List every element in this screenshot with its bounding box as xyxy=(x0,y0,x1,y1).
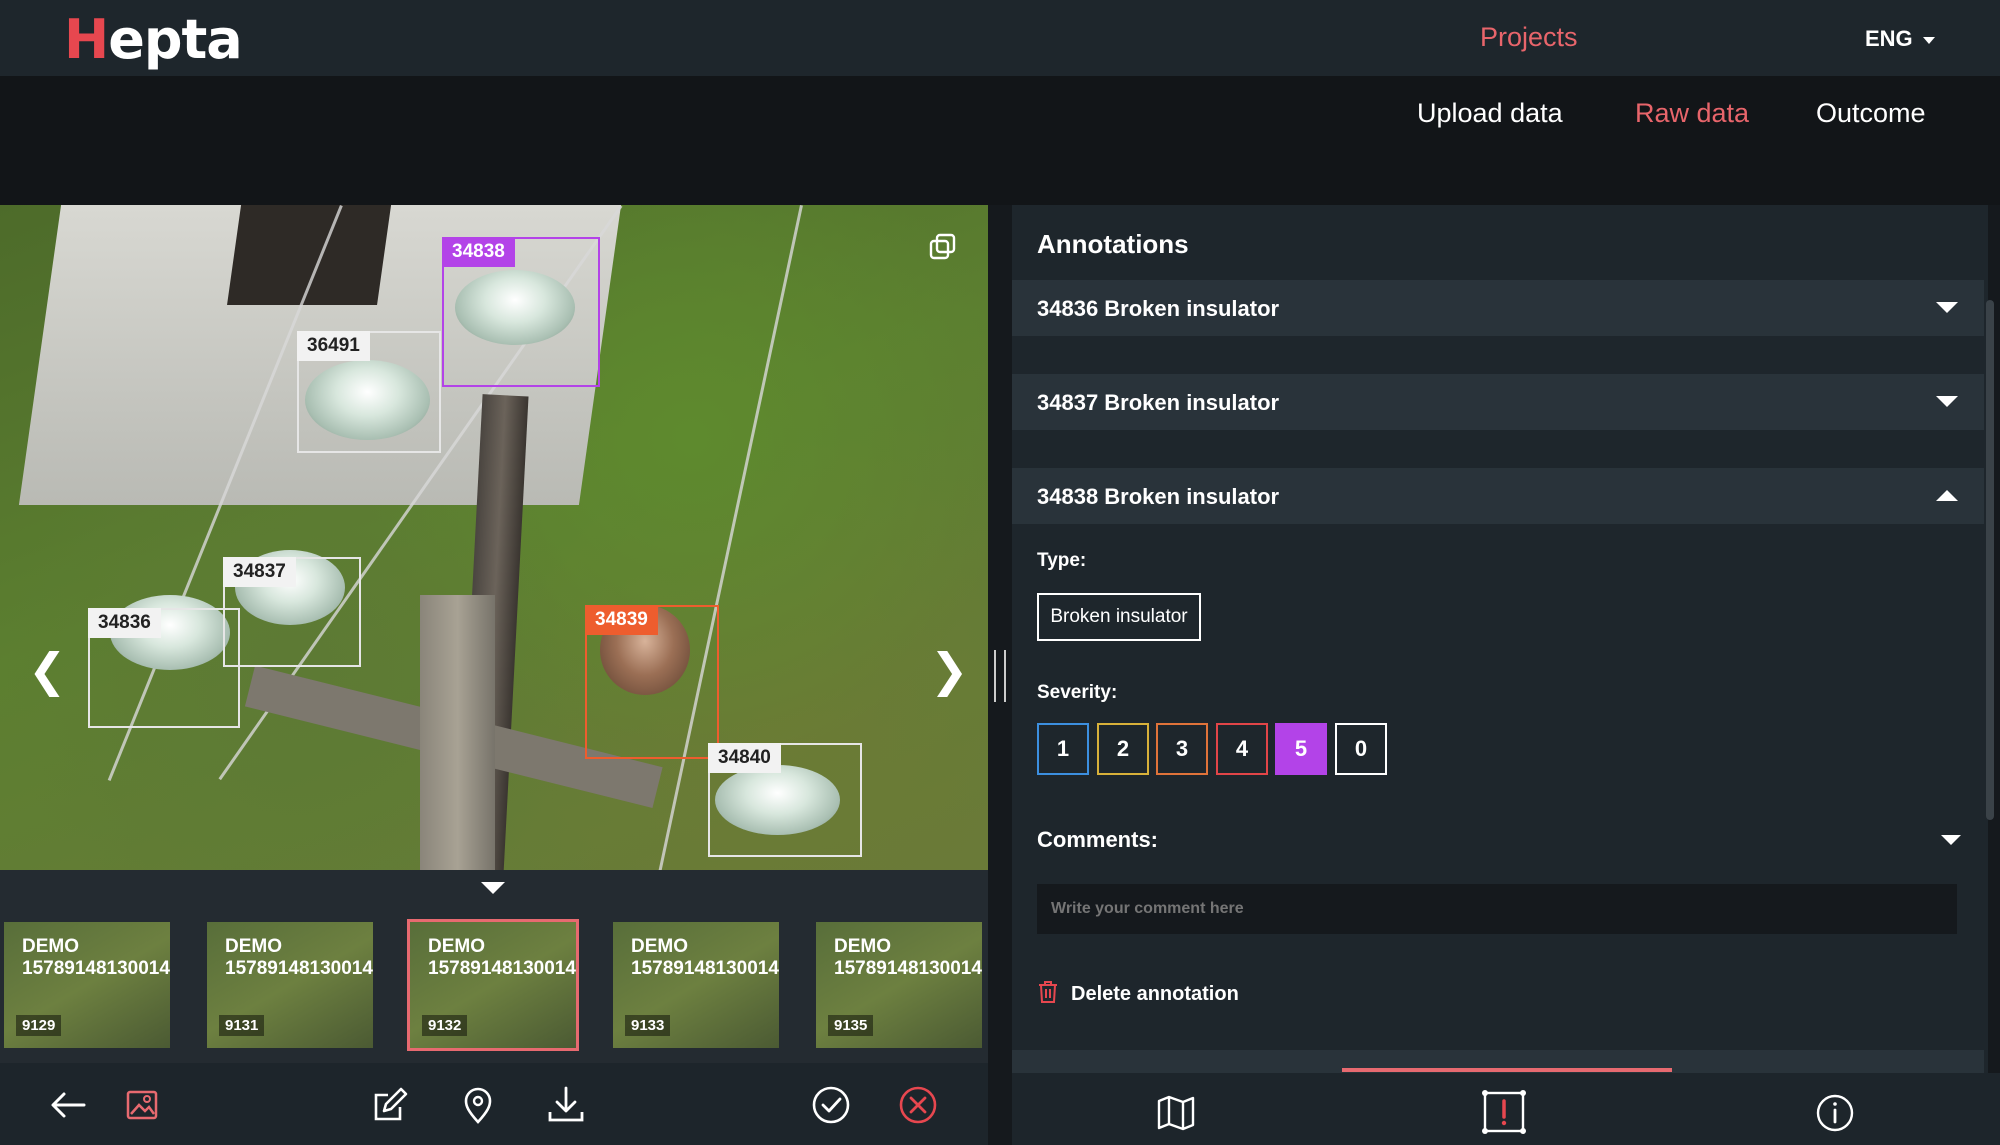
chevron-down-icon xyxy=(1922,36,1935,44)
annotation-box[interactable]: 34837 xyxy=(223,557,361,667)
language-selector[interactable]: ENG xyxy=(1865,26,1935,52)
image-icon[interactable] xyxy=(122,1085,162,1125)
logo[interactable]: Hepta xyxy=(64,8,243,71)
thumbnail-number: 9133 xyxy=(625,1015,671,1036)
thumbnail-number: 9132 xyxy=(422,1015,468,1036)
annotation-item-label: 34836 Broken insulator xyxy=(1037,296,1280,321)
chevron-down-icon xyxy=(1936,396,1958,407)
type-label: Type: xyxy=(1037,550,1087,571)
chevron-up-icon xyxy=(1936,490,1958,501)
delete-annotation-button[interactable]: Delete annotation xyxy=(1037,980,1239,1006)
close-circle-icon[interactable] xyxy=(898,1085,938,1125)
delete-label: Delete annotation xyxy=(1071,983,1239,1005)
chevron-right-icon[interactable]: ❯ xyxy=(930,647,969,693)
severity-5-button[interactable]: 5 xyxy=(1275,723,1327,775)
annotation-item-34837[interactable]: 34837 Broken insulator xyxy=(1012,374,1984,430)
annotation-box[interactable]: 34840 xyxy=(708,743,862,857)
arrow-left-icon[interactable] xyxy=(48,1085,88,1125)
annotation-item-label: 34837 Broken insulator xyxy=(1037,390,1280,415)
top-bar: Hepta Projects ENG xyxy=(0,0,2000,76)
map-pin-icon[interactable] xyxy=(458,1085,498,1125)
thumbnail[interactable]: DEMO 157891481300145 9133 xyxy=(613,922,779,1048)
annotation-box[interactable]: 34839 xyxy=(585,605,719,759)
thumbnail[interactable]: DEMO 157891481300141 9129 xyxy=(4,922,170,1048)
active-tab-indicator xyxy=(1342,1068,1672,1072)
thumbnail-number: 9135 xyxy=(828,1015,874,1036)
thumbnail-title: DEMO 157891481300145 xyxy=(631,936,779,979)
annotations-panel: Annotations 34836 Broken insulator 34837… xyxy=(1012,205,1988,1073)
annotation-label: 34838 xyxy=(442,237,515,267)
annotation-item-label: 34838 Broken insulator xyxy=(1037,484,1280,509)
thumbnail-title: DEMO 157891481300143 xyxy=(225,936,373,979)
annotation-item-34836[interactable]: 34836 Broken insulator xyxy=(1012,280,1984,336)
caret-down-icon[interactable] xyxy=(481,882,505,894)
annotation-label: 34836 xyxy=(88,608,161,638)
thumbnail-title: DEMO 157891481300141 xyxy=(22,936,170,979)
sub-navigation: Upload data Raw data Outcome xyxy=(0,76,2000,205)
severity-2-button[interactable]: 2 xyxy=(1097,723,1149,775)
annotation-box[interactable]: 34838 xyxy=(442,237,600,387)
panel-bottom-bar xyxy=(1012,1073,2000,1145)
severity-1-button[interactable]: 1 xyxy=(1037,723,1089,775)
annotation-label: 34840 xyxy=(708,743,781,773)
map-icon[interactable] xyxy=(1156,1095,1196,1131)
download-icon[interactable] xyxy=(546,1085,586,1125)
severity-label: Severity: xyxy=(1037,682,1118,703)
thumbnail[interactable]: DEMO 157891481300143 9131 xyxy=(207,922,373,1048)
comment-input[interactable] xyxy=(1037,884,1957,934)
annotation-label: 34837 xyxy=(223,557,296,587)
bottom-toolbar xyxy=(0,1063,988,1145)
annotation-box[interactable]: 36491 xyxy=(297,331,441,453)
thumbnail-title: DEMO 157891481300147 xyxy=(834,936,982,979)
nav-projects[interactable]: Projects xyxy=(1480,22,1578,53)
photo-pillar xyxy=(420,595,495,870)
panel-scrollbar[interactable] xyxy=(1986,300,1994,820)
severity-0-button[interactable]: 0 xyxy=(1335,723,1387,775)
annotation-item-34838[interactable]: 34838 Broken insulator xyxy=(1012,468,1984,524)
check-circle-icon[interactable] xyxy=(811,1085,851,1125)
chevron-down-icon[interactable] xyxy=(1941,835,1961,845)
image-viewer[interactable]: 34838 36491 34837 34836 34839 34840 ❮ ❯ xyxy=(0,205,988,870)
annotation-label: 36491 xyxy=(297,331,370,361)
tab-raw-data[interactable]: Raw data xyxy=(1635,98,1749,129)
edit-icon[interactable] xyxy=(370,1085,410,1125)
alert-square-icon[interactable] xyxy=(1481,1089,1527,1135)
thumbnail-number: 9131 xyxy=(219,1015,265,1036)
thumbnail-active[interactable]: DEMO 157891481300144 9132 xyxy=(407,919,579,1051)
tab-outcome[interactable]: Outcome xyxy=(1816,98,1926,129)
type-button[interactable]: Broken insulator xyxy=(1037,593,1201,641)
severity-3-button[interactable]: 3 xyxy=(1156,723,1208,775)
chevron-down-icon xyxy=(1936,302,1958,313)
resize-handle[interactable] xyxy=(994,650,1006,702)
thumbnail-title: DEMO 157891481300144 xyxy=(428,936,576,979)
copy-icon[interactable] xyxy=(928,232,958,262)
info-icon[interactable] xyxy=(1815,1093,1855,1133)
thumbnail-strip: DEMO 157891481300141 9129 DEMO 15789148130… xyxy=(0,870,988,1063)
trash-icon xyxy=(1039,981,1057,1003)
chevron-left-icon[interactable]: ❮ xyxy=(28,647,67,693)
annotation-box[interactable]: 34836 xyxy=(88,608,240,728)
thumbnail[interactable]: DEMO 157891481300147 9135 xyxy=(816,922,982,1048)
severity-4-button[interactable]: 4 xyxy=(1216,723,1268,775)
panel-title: Annotations xyxy=(1037,229,1189,259)
thumbnail-number: 9129 xyxy=(16,1015,62,1036)
annotation-label: 34839 xyxy=(585,605,658,635)
comments-label[interactable]: Comments: xyxy=(1037,827,1158,853)
tab-upload-data[interactable]: Upload data xyxy=(1417,98,1563,129)
